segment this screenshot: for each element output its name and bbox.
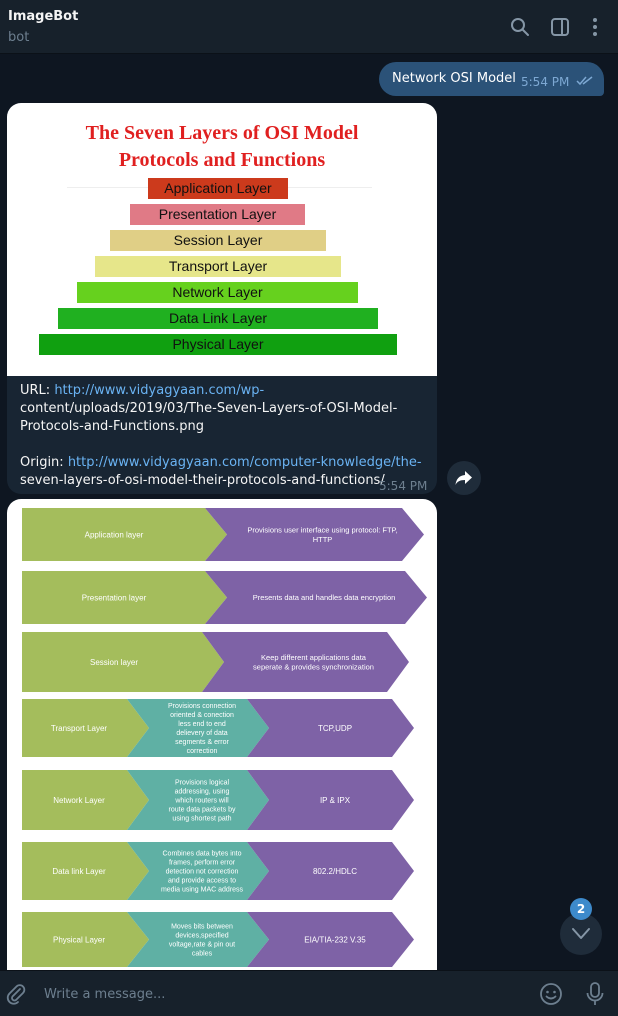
layer-name-data-link: Data link Layer [52,867,106,876]
layer-detail-physical: voltage,rate & pin out [169,941,235,948]
outgoing-message-time: 5:54 PM [521,75,570,89]
osi-functions-diagram: Application layer Provisions user interfa… [22,508,427,967]
unread-count-badge: 2 [570,898,592,920]
url-link[interactable]: http://www.vidyagyaan.com/wp- [54,383,264,398]
layer-detail-data-link: media using MAC address [161,886,244,893]
layer-detail-network: route data packets by [169,806,236,813]
osi-pyramid-image[interactable]: The Seven Layers of OSI Model Protocols … [7,103,437,376]
osi-layer-transport: Transport Layer [95,256,341,277]
layer-protocol-transport: TCP,UDP [318,724,352,733]
chat-title[interactable]: ImageBot [8,9,78,24]
incoming-message-image-osi[interactable]: The Seven Layers of OSI Model Protocols … [7,103,437,494]
osi-layer-network: Network Layer [77,282,358,303]
layer-protocol-data-link: 802.2/HDLC [313,867,357,876]
sidebar-toggle-icon[interactable] [549,16,571,38]
layer-name-physical: Physical Layer [53,935,105,944]
more-vertical-icon[interactable] [584,16,606,38]
layer-detail-network: Provisions logical [175,779,230,786]
osi-layer-physical: Physical Layer [39,334,397,355]
double-check-icon [576,76,593,86]
layer-name-application: Application layer [85,530,144,539]
layer-detail-transport: oriented & conection [170,712,234,719]
layer-detail-physical: cables [192,950,213,957]
layer-protocol-network: IP & IPX [320,796,351,805]
chevron-down-icon [572,928,590,939]
osi-layer-data-link: Data Link Layer [58,308,378,329]
layer-detail-network: using shortest path [172,815,231,822]
incoming-message-image-osi-functions[interactable]: Application layer Provisions user interfa… [7,499,437,974]
message-input[interactable] [44,983,524,1005]
layer-detail-data-link: detection not correction [166,868,239,875]
outgoing-message-text: Network OSI Model [392,71,516,86]
layer-function-session: Keep different applications data [261,653,367,662]
attach-icon[interactable] [5,983,27,1005]
layer-detail-physical: devices,specified [175,932,228,939]
layer-protocol-physical: EIA/TIA-232 V.35 [304,935,366,944]
osi-layer-session: Session Layer [110,230,326,251]
forward-icon [455,471,472,485]
layer-name-session: Session layer [90,658,138,667]
layer-function-application: Provisions user interface using protocol… [247,525,397,534]
layer-detail-transport: segments & error [175,739,229,746]
chat-header: ImageBot bot [0,0,618,54]
url-link-line3[interactable]: Protocols-and-Functions.png [20,418,204,436]
origin-link-line2[interactable]: seven-layers-of-osi-model-their-protocol… [20,472,385,490]
origin-caption: Origin: http://www.vidyagyaan.com/comput… [20,455,422,470]
layer-function-application: HTTP [313,535,333,544]
layer-detail-physical: Moves bits between [171,923,233,930]
layer-detail-transport: correction [187,748,218,755]
layer-function-session: seperate & provides synchronization [253,662,374,671]
search-icon[interactable] [509,16,531,38]
emoji-icon[interactable] [539,982,563,1006]
microphone-icon[interactable] [585,981,605,1007]
layer-detail-network: addressing, using [175,788,230,795]
layer-detail-data-link: Combines data bytes into [163,850,242,857]
message-time: 5:54 PM [379,479,428,493]
message-composer [0,970,618,1016]
layer-name-network: Network Layer [53,796,105,805]
layer-function-presentation: Presents data and handles data encryptio… [253,593,396,602]
layer-detail-network: which routers will [174,797,229,804]
osi-image-title: The Seven Layers of OSI Model Protocols … [85,122,359,171]
layer-detail-transport: Provisions connection [168,703,236,710]
forward-button[interactable] [447,461,481,495]
layer-detail-transport: less end to end [178,721,226,728]
layer-detail-transport: delievery of data [176,730,227,737]
url-link-line2[interactable]: content/uploads/2019/03/The-Seven-Layers… [20,400,397,418]
osi-layer-application: Application Layer [148,178,288,199]
layer-name-transport: Transport Layer [51,724,108,733]
chat-subtitle: bot [8,30,30,45]
outgoing-message[interactable]: Network OSI Model 5:54 PM [379,62,604,96]
url-caption: URL: http://www.vidyagyaan.com/wp- [20,383,265,398]
layer-detail-data-link: and provide access to [168,877,236,884]
layer-detail-data-link: frames, perform error [169,859,236,866]
origin-link[interactable]: http://www.vidyagyaan.com/computer-knowl… [68,455,422,470]
layer-name-presentation: Presentation layer [82,593,147,602]
osi-layer-presentation: Presentation Layer [130,204,305,225]
